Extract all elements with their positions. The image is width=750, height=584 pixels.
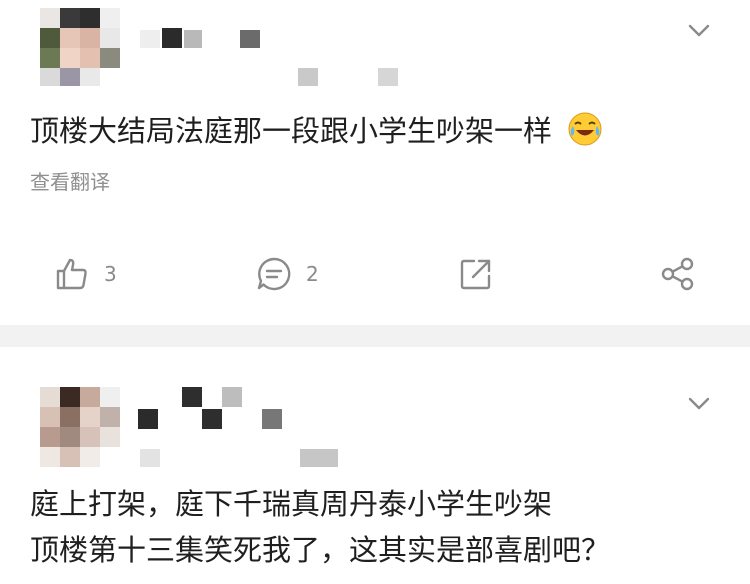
post-meta-blurred (298, 68, 408, 86)
translate-link[interactable]: 查看翻译 (30, 166, 110, 195)
comment-text-line: 顶楼大结局法庭那一段跟小学生吵架一样 (30, 114, 553, 148)
section-divider (0, 325, 750, 347)
comment-card: 庭上打架，庭下千瑞真周丹泰小学生吵架 顶楼第十三集笑死我了，这其实是部喜剧吧？ (0, 347, 750, 584)
username-blurred[interactable] (140, 28, 270, 50)
comment-card: 顶楼大结局法庭那一段跟小学生吵架一样 查看翻译 3 2 (0, 0, 750, 325)
comment-text: 顶楼大结局法庭那一段跟小学生吵架一样 (30, 110, 603, 152)
chevron-down-icon[interactable] (688, 397, 710, 411)
comment-text: 庭上打架，庭下千瑞真周丹泰小学生吵架 顶楼第十三集笑死我了，这其实是部喜剧吧？ (30, 483, 610, 571)
comment-button[interactable]: 2 (256, 252, 319, 296)
thumbs-up-icon (54, 256, 90, 292)
avatar[interactable] (40, 387, 120, 467)
avatar[interactable] (40, 8, 120, 86)
share-link-icon (458, 256, 494, 292)
comment-text-line: 顶楼第十三集笑死我了，这其实是部喜剧吧？ (30, 533, 611, 567)
comment-icon (256, 256, 292, 292)
username-blurred[interactable] (138, 387, 288, 429)
post-meta-blurred (140, 449, 340, 467)
comment-text-line: 庭上打架，庭下千瑞真周丹泰小学生吵架 (30, 487, 553, 521)
like-count: 3 (104, 262, 117, 286)
like-button[interactable]: 3 (54, 252, 117, 296)
share-button[interactable] (660, 252, 696, 296)
laughing-crying-emoji (568, 112, 602, 146)
share-link-button[interactable] (458, 252, 494, 296)
chevron-down-icon[interactable] (688, 24, 710, 38)
share-icon (660, 256, 696, 292)
comment-count: 2 (306, 262, 319, 286)
